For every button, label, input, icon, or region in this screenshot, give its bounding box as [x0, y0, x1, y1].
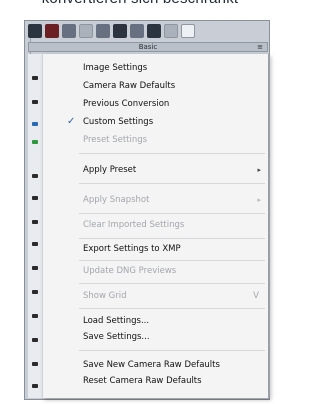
side-color-mark [32, 140, 38, 144]
histogram-icon[interactable] [96, 24, 110, 38]
circle-icon[interactable] [28, 24, 42, 38]
side-label-mark [32, 174, 38, 178]
gradient-icon[interactable] [62, 24, 76, 38]
menu-item-export-settings-xmp[interactable]: Export Settings to XMP [43, 242, 269, 256]
settings-dropdown-menu: Image Settings Camera Raw Defaults Previ… [42, 54, 269, 398]
list-icon[interactable] [79, 24, 93, 38]
menu-separator [79, 350, 265, 351]
side-label-mark [32, 100, 38, 104]
menu-separator [79, 213, 265, 214]
grid-icon[interactable] [164, 24, 178, 38]
menu-item-previous-conversion[interactable]: Previous Conversion [43, 97, 269, 111]
submenu-arrow-icon: ▸ [257, 196, 261, 204]
side-label-mark [32, 122, 38, 126]
menu-item-update-dng-previews: Update DNG Previews [83, 266, 177, 276]
menu-separator [79, 283, 265, 284]
menu-separator [79, 238, 265, 239]
menu-item-camera-raw-defaults[interactable]: Camera Raw Defaults [43, 79, 269, 93]
panel-tab-basic[interactable]: Basic ≡ [28, 42, 268, 52]
side-label-mark [32, 242, 38, 246]
menu-separator [79, 153, 265, 154]
side-label-mark [32, 384, 38, 388]
submenu-arrow-icon: ▸ [257, 166, 261, 174]
side-label-mark [32, 266, 38, 270]
side-label-mark [32, 196, 38, 200]
menu-item-apply-preset[interactable]: Apply Preset ▸ [43, 163, 269, 177]
side-label-mark [32, 220, 38, 224]
side-label-mark [32, 338, 38, 342]
checkmark-icon: ✓ [67, 116, 76, 127]
panel-scroll-edge [268, 54, 270, 398]
menu-item-apply-snapshot: Apply Snapshot ▸ [83, 195, 261, 205]
panel-toolbar [28, 22, 268, 40]
side-label-mark [32, 314, 38, 318]
menu-separator [79, 260, 265, 261]
camera-icon[interactable] [147, 24, 161, 38]
menu-item-load-settings[interactable]: Load Settings... [43, 314, 269, 328]
menu-item-clear-imported-settings: Clear Imported Settings [83, 220, 185, 230]
image-icon[interactable] [113, 24, 127, 38]
side-label-mark [32, 290, 38, 294]
top-caption-text: konvertieren sich beschränkt [0, 0, 280, 12]
panel-menu-icon[interactable]: ≡ [257, 43, 263, 51]
menu-item-preset-settings: Preset Settings [83, 135, 148, 145]
preset-icon[interactable] [181, 24, 195, 38]
menu-separator [79, 308, 265, 309]
side-label-mark [32, 76, 38, 80]
menu-item-custom-settings[interactable]: ✓ Custom Settings [43, 115, 269, 129]
menu-item-show-grid: Show Grid V [83, 291, 259, 301]
brush-icon[interactable] [45, 24, 59, 38]
menu-item-save-settings[interactable]: Save Settings... [43, 330, 269, 344]
menu-item-reset-camera-raw-defaults[interactable]: Reset Camera Raw Defaults [43, 374, 269, 388]
panel-tab-label: Basic [138, 43, 158, 51]
shortcut-key: V [253, 291, 259, 301]
side-label-mark [32, 362, 38, 366]
menu-item-save-new-camera-raw-defaults[interactable]: Save New Camera Raw Defaults [43, 358, 269, 372]
fx-icon[interactable] [130, 24, 144, 38]
menu-item-image-settings[interactable]: Image Settings [43, 61, 269, 75]
menu-separator [79, 183, 265, 184]
side-panel-strip [28, 54, 42, 398]
